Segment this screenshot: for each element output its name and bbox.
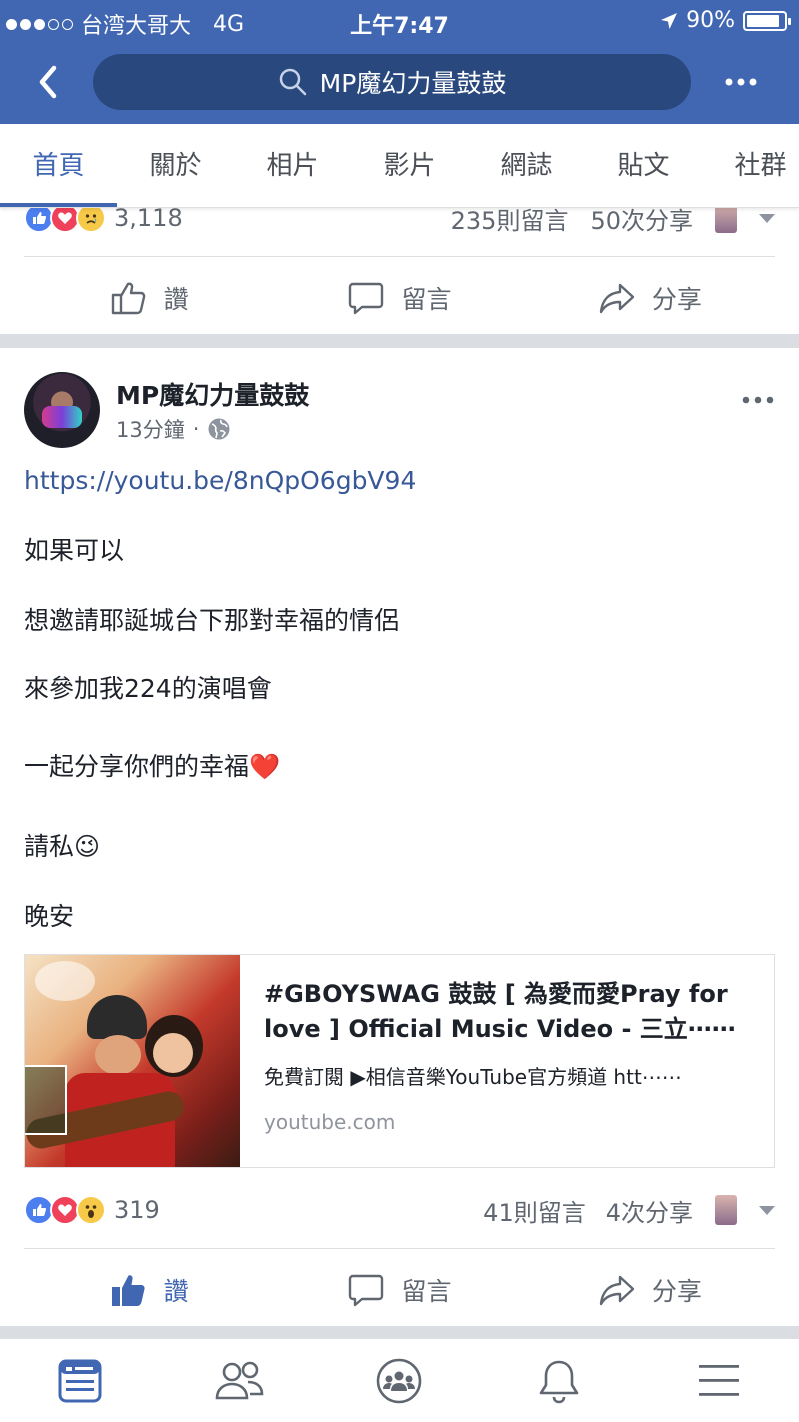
separator-dot: · <box>192 417 200 441</box>
status-bar: 台湾大哥大 4G 上午7:47 90% <box>0 0 799 42</box>
news-feed-button[interactable] <box>0 1339 160 1422</box>
post-line-6: 晚安 <box>24 902 75 931</box>
groups-icon <box>377 1358 422 1403</box>
post-options-icon[interactable] <box>741 394 775 406</box>
share-arrow-icon <box>599 1275 635 1305</box>
comment-label: 留言 <box>401 284 452 314</box>
tab-about[interactable]: 關於 <box>117 124 234 207</box>
link-domain: youtube.com <box>264 1109 396 1134</box>
reaction-count: 3,118 <box>114 204 183 232</box>
feed-divider <box>0 334 799 348</box>
post-reactions[interactable]: 319 41則留言 4次分享 <box>24 1188 775 1232</box>
friends-button[interactable] <box>160 1339 320 1422</box>
post-author[interactable]: MP魔幻力量鼓鼓 <box>116 376 309 412</box>
reaction-count: 319 <box>114 1196 160 1224</box>
menu-icon <box>699 1364 740 1396</box>
share-arrow-icon <box>599 283 635 313</box>
post-actions: 讚 留言 分享 <box>24 1248 775 1330</box>
search-bar[interactable]: MP魔幻力量鼓鼓 <box>93 54 691 110</box>
comment-button[interactable]: 留言 <box>274 1249 524 1330</box>
thumbs-up-icon <box>111 1274 145 1306</box>
comment-button[interactable]: 留言 <box>274 257 524 338</box>
post-line-1: 如果可以 <box>24 536 125 565</box>
search-icon <box>279 68 306 96</box>
tab-community[interactable]: 社群 <box>702 124 799 207</box>
post-line-5: 請私😉 <box>24 832 101 861</box>
notifications-bell-icon <box>539 1360 579 1403</box>
chevron-down-icon[interactable] <box>759 1205 775 1215</box>
back-chevron-icon[interactable] <box>30 60 70 104</box>
share-button[interactable]: 分享 <box>525 257 775 338</box>
comment-bubble-icon <box>349 282 384 314</box>
thumbs-up-icon <box>111 282 145 314</box>
wow-icon <box>76 1195 106 1225</box>
post-timestamp[interactable]: 13分鐘 <box>116 414 185 444</box>
prev-post-actions: 讚 留言 分享 <box>24 256 775 338</box>
share-label: 分享 <box>651 284 702 314</box>
news-feed-icon <box>58 1359 102 1402</box>
share-button[interactable]: 分享 <box>525 1249 775 1330</box>
tab-videos[interactable]: 影片 <box>351 124 468 207</box>
chevron-down-icon[interactable] <box>759 213 775 223</box>
link-title: #GBOYSWAG 鼓鼓 [ 為愛而愛Pray for love ] Offic… <box>264 980 736 1043</box>
battery-percent: 90% <box>686 8 735 33</box>
post-link[interactable]: https://youtu.be/8nQpO6gbV94 <box>24 466 416 496</box>
friends-icon <box>215 1361 263 1399</box>
comment-bubble-icon <box>349 1274 384 1306</box>
tab-home[interactable]: 首頁 <box>0 124 117 207</box>
groups-button[interactable] <box>320 1339 480 1422</box>
globe-icon <box>208 418 230 440</box>
tab-notes[interactable]: 網誌 <box>468 124 585 207</box>
location-arrow-icon <box>661 12 678 29</box>
page-tabs: 首頁 關於 相片 影片 網誌 貼文 社群 <box>0 124 799 208</box>
page-avatar[interactable] <box>24 372 100 448</box>
bottom-navigation <box>0 1338 799 1422</box>
post-line-4: 一起分享你們的幸福❤️ <box>24 752 281 781</box>
avatar[interactable] <box>715 1195 737 1225</box>
top-navigation-bar: MP魔幻力量鼓鼓 <box>0 42 799 124</box>
post-line-3: 來參加我224的演唱會 <box>24 674 272 703</box>
like-button[interactable]: 讚 <box>24 1249 274 1330</box>
search-query: MP魔幻力量鼓鼓 <box>319 69 507 98</box>
battery-icon <box>743 10 791 31</box>
link-preview-card[interactable]: #GBOYSWAG 鼓鼓 [ 為愛而愛Pray for love ] Offic… <box>24 954 775 1168</box>
post-header: MP魔幻力量鼓鼓 13分鐘 · <box>24 372 775 452</box>
notifications-button[interactable] <box>479 1339 639 1422</box>
feed-divider <box>0 1326 799 1338</box>
like-button[interactable]: 讚 <box>24 257 274 338</box>
share-count[interactable]: 4次分享 <box>606 1193 693 1228</box>
post-line-2: 想邀請耶誕城台下那對幸福的情侶 <box>24 606 400 635</box>
comment-label: 留言 <box>401 1276 452 1306</box>
share-label: 分享 <box>651 1276 702 1306</box>
more-options-icon[interactable] <box>723 70 759 94</box>
like-label: 讚 <box>163 284 189 314</box>
tab-posts[interactable]: 貼文 <box>585 124 702 207</box>
link-description: 免費訂閱 ▶相信音樂YouTube官方頻道 htt⋯⋯ <box>264 1064 682 1089</box>
comment-count[interactable]: 41則留言 <box>483 1193 586 1228</box>
video-thumbnail[interactable] <box>25 955 240 1167</box>
tab-photos[interactable]: 相片 <box>234 124 351 207</box>
menu-button[interactable] <box>639 1339 799 1422</box>
like-label: 讚 <box>163 1276 189 1306</box>
